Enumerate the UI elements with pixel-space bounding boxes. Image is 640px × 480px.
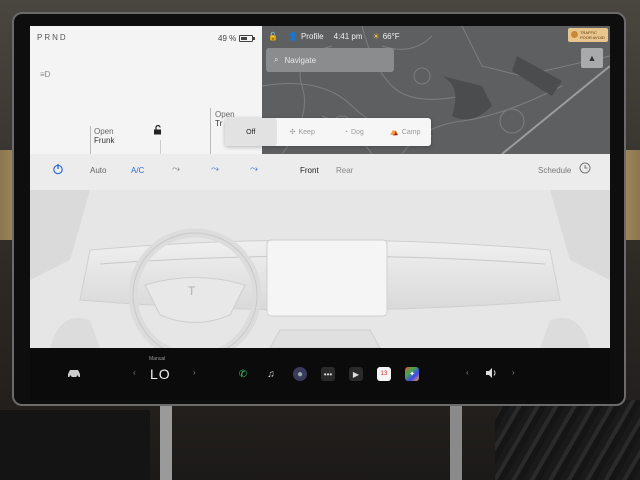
frunk-pointer-line bbox=[90, 126, 91, 154]
keep-option-keep-label: Keep bbox=[298, 128, 315, 136]
car-pointer-line bbox=[160, 140, 161, 154]
outside-temperature: 66°F bbox=[382, 31, 400, 41]
battery-percent: 49 % bbox=[218, 34, 237, 43]
toybox-icon[interactable]: ✦ bbox=[405, 367, 419, 381]
tent-icon: ⛺ bbox=[390, 129, 399, 136]
compass-button[interactable]: ▲ bbox=[581, 48, 603, 68]
rear-tab[interactable]: Rear bbox=[336, 166, 353, 175]
video-icon[interactable]: ▶ bbox=[349, 367, 363, 381]
unlock-icon[interactable] bbox=[153, 125, 163, 135]
fan-icon: ✣ bbox=[289, 129, 296, 136]
traffic-icon bbox=[571, 31, 578, 38]
trunk-pointer-line bbox=[210, 108, 211, 154]
keep-option-camp-label: Camp bbox=[401, 128, 421, 136]
calendar-day: 13 bbox=[380, 371, 388, 377]
keep-option-camp[interactable]: ⛺ Camp bbox=[380, 118, 432, 146]
ac-button[interactable]: A/C bbox=[131, 166, 144, 175]
climate-controls-bar: Auto A/C ⤳ ⤳ ⤳ Front Rear Schedule bbox=[30, 154, 610, 190]
airflow-windshield-icon[interactable]: ⤳ bbox=[250, 164, 258, 175]
phone-icon[interactable]: ✆ bbox=[236, 367, 250, 381]
sun-icon: ☀ bbox=[372, 31, 380, 41]
traffic-alert-badge[interactable]: TRAFFIC POOR AVOID bbox=[568, 28, 608, 42]
auto-button[interactable]: Auto bbox=[90, 166, 106, 175]
frunk-label: Frunk bbox=[94, 136, 115, 145]
cabin-illustration: T ♨ ♨ ⟲ ▤ ‹ ✣ 3 › ▭ bbox=[30, 190, 610, 348]
volume-icon[interactable] bbox=[485, 367, 497, 379]
bottom-dock: ‹ Manual LO › ✆ ♫ ● ••• ▶ 13 ✦ ‹ › bbox=[30, 348, 610, 400]
calendar-icon[interactable]: 13 bbox=[377, 367, 391, 381]
seat-right bbox=[495, 400, 640, 480]
keep-option-dog[interactable]: ◔ Dog bbox=[328, 118, 380, 146]
svg-text:T: T bbox=[188, 284, 196, 298]
frunk-button[interactable]: Open Frunk bbox=[94, 127, 114, 145]
screen-stand-left bbox=[160, 400, 172, 480]
front-tab[interactable]: Front bbox=[300, 166, 319, 175]
headlight-icon[interactable]: ≡D bbox=[40, 70, 50, 79]
navigate-search-input[interactable]: ⌕ Navigate bbox=[266, 48, 394, 72]
keep-option-dog-label: Dog bbox=[350, 128, 364, 136]
more-icon[interactable]: ••• bbox=[321, 367, 335, 381]
driver-temp-value[interactable]: LO bbox=[150, 366, 171, 382]
temp-mode-label: Manual bbox=[149, 356, 166, 362]
person-icon: 👤 bbox=[287, 31, 298, 41]
profile-label: Profile bbox=[300, 31, 324, 41]
gear-indicator: PRND bbox=[37, 33, 68, 42]
search-icon: ⌕ bbox=[274, 55, 279, 64]
keep-option-off-label: Off bbox=[246, 128, 256, 136]
battery-icon bbox=[239, 35, 256, 42]
screen-stand-right bbox=[450, 400, 462, 480]
profile-button[interactable]: 👤 Profile bbox=[288, 32, 324, 41]
weather: ☀ 66°F bbox=[373, 32, 400, 41]
touchscreen: PRND 49 % ≡D Open Frunk Open Tr 🔓 👤 Prof… bbox=[30, 26, 610, 400]
car-icon[interactable] bbox=[66, 368, 82, 378]
volume-decrease-button[interactable]: ‹ bbox=[466, 368, 469, 377]
navigate-placeholder: Navigate bbox=[284, 55, 317, 65]
schedule-button[interactable]: Schedule bbox=[538, 166, 571, 175]
clock-icon[interactable] bbox=[579, 162, 591, 174]
frunk-state: Open bbox=[94, 127, 114, 136]
camera-icon[interactable]: ● bbox=[293, 367, 307, 381]
dog-icon: ◔ bbox=[343, 128, 348, 136]
temp-increase-button[interactable]: › bbox=[193, 368, 196, 377]
airflow-face-icon[interactable]: ⤳ bbox=[172, 164, 180, 175]
volume-increase-button[interactable]: › bbox=[512, 368, 515, 377]
seat-left bbox=[0, 410, 150, 480]
keep-option-keep[interactable]: ✣ Keep bbox=[277, 118, 329, 146]
clock-time: 4:41 pm bbox=[333, 31, 363, 41]
climate-keep-selector: Off ✣ Keep ◔ Dog ⛺ Camp bbox=[225, 118, 431, 146]
traffic-badge-text: TRAFFIC POOR AVOID bbox=[580, 30, 605, 40]
airflow-feet-icon[interactable]: ⤳ bbox=[211, 164, 219, 175]
music-icon[interactable]: ♫ bbox=[264, 367, 278, 381]
keep-option-off[interactable]: Off bbox=[225, 118, 277, 146]
lock-status-icon[interactable]: 🔓 bbox=[268, 32, 278, 41]
power-icon[interactable] bbox=[52, 163, 64, 175]
battery-indicator: 49 % bbox=[218, 34, 256, 43]
temp-decrease-button[interactable]: ‹ bbox=[133, 368, 136, 377]
status-bar: 🔓 👤 Profile 4:41 pm ☀ 66°F bbox=[262, 26, 610, 46]
cabin-render: T bbox=[30, 190, 610, 348]
